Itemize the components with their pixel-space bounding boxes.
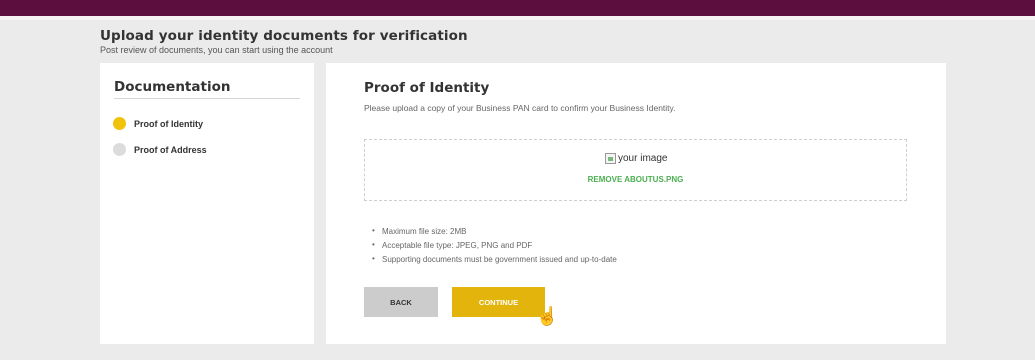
file-dropzone[interactable]: your image REMOVE ABOUTUS.PNG [364,139,907,201]
requirement-item: Maximum file size: 2MB [372,226,617,236]
page-header: Upload your identity documents for verif… [100,28,468,55]
documentation-sidebar: Documentation Proof of Identity Proof of… [100,63,314,344]
continue-button[interactable]: CONTINUE [452,287,545,317]
requirement-item: Supporting documents must be government … [372,254,617,264]
sidebar-item-label: Proof of Address [134,144,207,155]
inactive-step-dot-icon [113,143,126,156]
section-description: Please upload a copy of your Business PA… [364,103,676,113]
remove-file-link[interactable]: REMOVE ABOUTUS.PNG [365,175,906,184]
page-subtitle: Post review of documents, you can start … [100,45,333,55]
sidebar-item-label: Proof of Identity [134,118,203,129]
hand-pointer-cursor-icon: ☝ [536,306,559,326]
sidebar-item-proof-of-address[interactable]: Proof of Address [113,143,207,156]
upload-panel: Proof of Identity Please upload a copy o… [326,63,946,344]
sidebar-divider [114,98,300,99]
brand-top-bar [0,0,1035,16]
image-alt-text: your image [618,153,668,164]
active-step-dot-icon [113,117,126,130]
sidebar-item-proof-of-identity[interactable]: Proof of Identity [113,117,203,130]
top-bar-divider [0,16,1035,20]
requirement-item: Acceptable file type: JPEG, PNG and PDF [372,240,617,250]
uploaded-image-preview: your image [605,153,667,164]
sidebar-title: Documentation [114,79,231,95]
broken-image-icon [605,153,616,164]
page-title: Upload your identity documents for verif… [100,28,468,44]
section-title: Proof of Identity [364,80,490,96]
upload-requirements-list: Maximum file size: 2MB Acceptable file t… [372,226,617,269]
back-button[interactable]: BACK [364,287,438,317]
